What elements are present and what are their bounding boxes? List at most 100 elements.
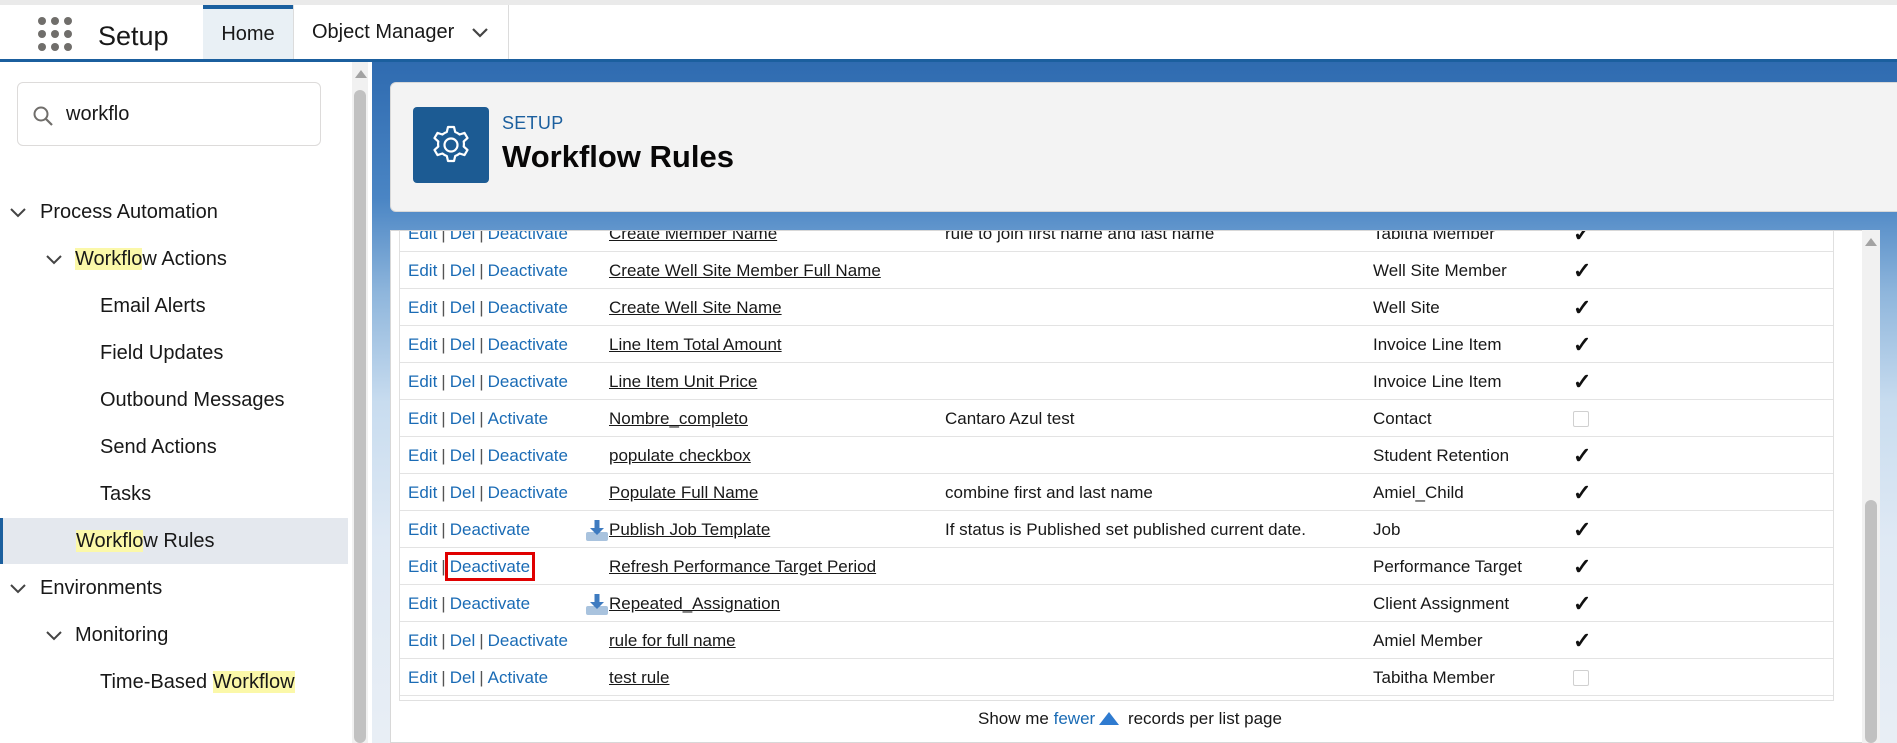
deactivate-link[interactable]: Deactivate bbox=[488, 231, 568, 243]
deactivate-link[interactable]: Deactivate bbox=[488, 335, 568, 354]
rule-name-link[interactable]: rule for full name bbox=[609, 622, 736, 659]
tree-outbound-messages[interactable]: Outbound Messages bbox=[0, 377, 348, 423]
edit-link[interactable]: Edit bbox=[408, 631, 437, 650]
deactivate-link[interactable]: Deactivate bbox=[444, 552, 536, 581]
action-separator: | bbox=[479, 668, 484, 687]
active-checkmark-icon: ✓ bbox=[1573, 482, 1591, 504]
tree-environments[interactable]: Environments bbox=[0, 565, 348, 611]
action-separator: | bbox=[479, 231, 484, 243]
delete-link[interactable]: Del bbox=[450, 261, 476, 280]
table-row: Edit | Deactivate Publish Job Template If st… bbox=[400, 511, 1833, 548]
chevron-down-icon[interactable] bbox=[44, 249, 64, 269]
delete-link[interactable]: Del bbox=[450, 668, 476, 687]
delete-link[interactable]: Del bbox=[450, 372, 476, 391]
delete-link[interactable]: Del bbox=[450, 483, 476, 502]
tree-tasks[interactable]: Tasks bbox=[0, 471, 348, 517]
delete-link[interactable]: Del bbox=[450, 298, 476, 317]
search-highlight: Workflo bbox=[75, 247, 143, 270]
rule-name-link[interactable]: test rule bbox=[609, 659, 669, 696]
launcher-dot bbox=[64, 17, 72, 25]
search-icon bbox=[33, 106, 53, 126]
tree-workflow-rules[interactable]: Workflow Rules bbox=[0, 518, 348, 564]
edit-link[interactable]: Edit bbox=[408, 409, 437, 428]
delete-link[interactable]: Del bbox=[450, 446, 476, 465]
tree-process-automation[interactable]: Process Automation bbox=[0, 189, 348, 235]
rules-table: Edit | Del | Deactivate Create Member Name rul… bbox=[399, 231, 1834, 701]
scrollbar-thumb[interactable] bbox=[354, 90, 366, 743]
deactivate-link[interactable]: Deactivate bbox=[450, 520, 530, 539]
deactivate-link[interactable]: Deactivate bbox=[488, 446, 568, 465]
tree-email-alerts[interactable]: Email Alerts bbox=[0, 283, 348, 329]
edit-link[interactable]: Edit bbox=[408, 231, 437, 243]
table-row: Edit | Del | Activate Nombre_completo Cantaro … bbox=[400, 400, 1833, 437]
edit-link[interactable]: Edit bbox=[408, 594, 437, 613]
active-checkmark-icon: ✓ bbox=[1573, 260, 1591, 282]
deactivate-link[interactable]: Deactivate bbox=[488, 298, 568, 317]
edit-link[interactable]: Edit bbox=[408, 446, 437, 465]
deactivate-link[interactable]: Deactivate bbox=[488, 631, 568, 650]
row-actions: Edit | Del | Deactivate bbox=[408, 289, 568, 326]
edit-link[interactable]: Edit bbox=[408, 668, 437, 687]
edit-link[interactable]: Edit bbox=[408, 298, 437, 317]
deactivate-link[interactable]: Deactivate bbox=[488, 483, 568, 502]
action-separator: | bbox=[441, 483, 446, 502]
app-launcher-icon[interactable] bbox=[38, 17, 74, 53]
action-separator: | bbox=[441, 668, 446, 687]
activate-link[interactable]: Activate bbox=[488, 409, 548, 428]
scroll-up-arrow-icon[interactable] bbox=[355, 70, 367, 78]
rule-name-link[interactable]: Create Well Site Name bbox=[609, 289, 782, 326]
delete-link[interactable]: Del bbox=[450, 231, 476, 243]
rule-name-link[interactable]: Publish Job Template bbox=[609, 511, 770, 548]
delete-link[interactable]: Del bbox=[450, 631, 476, 650]
checkmark-icon: ✓ bbox=[1573, 443, 1592, 468]
tree-time-based-workflow[interactable]: Time-Based Workflow bbox=[0, 659, 348, 705]
rule-name-link[interactable]: Refresh Performance Target Period bbox=[609, 548, 876, 585]
delete-link[interactable]: Del bbox=[450, 335, 476, 354]
deactivate-link[interactable]: Deactivate bbox=[488, 261, 568, 280]
chevron-down-icon[interactable] bbox=[44, 625, 64, 645]
edit-link[interactable]: Edit bbox=[408, 483, 437, 502]
tab-home[interactable]: Home bbox=[203, 5, 293, 59]
edit-link[interactable]: Edit bbox=[408, 261, 437, 280]
quick-find-input[interactable] bbox=[66, 95, 306, 133]
checkmark-icon: ✓ bbox=[1573, 517, 1592, 542]
deactivate-link[interactable]: Deactivate bbox=[450, 594, 530, 613]
action-separator: | bbox=[441, 557, 446, 576]
rule-name-link[interactable]: Line Item Unit Price bbox=[609, 363, 757, 400]
chevron-down-icon[interactable] bbox=[8, 202, 28, 222]
rule-name-link[interactable]: Nombre_completo bbox=[609, 400, 748, 437]
tree-field-updates[interactable]: Field Updates bbox=[0, 330, 348, 376]
rule-name-link[interactable]: Line Item Total Amount bbox=[609, 326, 782, 363]
rule-description: Cantaro Azul test bbox=[945, 409, 1075, 428]
tree-workflow-actions[interactable]: Workflow Actions bbox=[0, 236, 348, 282]
edit-link[interactable]: Edit bbox=[408, 557, 437, 576]
chevron-down-icon[interactable] bbox=[8, 578, 28, 598]
active-checkmark-icon: ✓ bbox=[1573, 591, 1592, 616]
triangle-up-icon[interactable] bbox=[1099, 712, 1120, 725]
installed-package-icon bbox=[584, 519, 610, 543]
chevron-down-icon[interactable] bbox=[470, 22, 490, 42]
search-highlight: Workflo bbox=[76, 529, 144, 552]
scrollbar-thumb[interactable] bbox=[1865, 500, 1877, 743]
edit-link[interactable]: Edit bbox=[408, 372, 437, 391]
active-checkmark-icon: ✓ bbox=[1573, 517, 1592, 542]
tree-send-actions[interactable]: Send Actions bbox=[0, 424, 348, 470]
show-fewer-link[interactable]: fewer bbox=[1054, 709, 1096, 728]
edit-link[interactable]: Edit bbox=[408, 520, 437, 539]
rule-name-link[interactable]: populate checkbox bbox=[609, 437, 751, 474]
tab-object-manager[interactable]: Object Manager bbox=[293, 5, 509, 59]
rule-name-link[interactable]: Create Well Site Member Full Name bbox=[609, 252, 881, 289]
tree-monitoring[interactable]: Monitoring bbox=[0, 612, 348, 658]
row-actions: Edit | Del | Deactivate bbox=[408, 363, 568, 400]
deactivate-link[interactable]: Deactivate bbox=[488, 372, 568, 391]
rule-name-link[interactable]: Populate Full Name bbox=[609, 474, 758, 511]
delete-link[interactable]: Del bbox=[450, 409, 476, 428]
scroll-up-arrow-icon[interactable] bbox=[1865, 238, 1877, 246]
sidebar-scrollbar[interactable] bbox=[352, 62, 368, 743]
rule-name-link[interactable]: Create Member Name bbox=[609, 231, 777, 252]
activate-link[interactable]: Activate bbox=[488, 668, 548, 687]
edit-link[interactable]: Edit bbox=[408, 335, 437, 354]
main-scrollbar[interactable] bbox=[1862, 230, 1880, 743]
rule-name-link[interactable]: Repeated_Assignation bbox=[609, 585, 780, 622]
checkmark-icon: ✓ bbox=[1573, 591, 1592, 616]
